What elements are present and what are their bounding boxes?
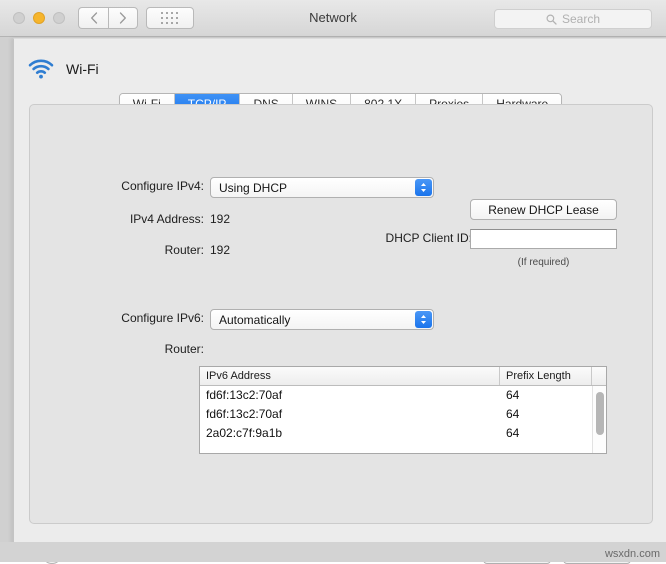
ipv4-address-label: IPv4 Address: xyxy=(129,212,204,226)
network-preferences-window: Network Search Wi-Fi Wi-Fi TCP/IP xyxy=(0,0,666,564)
watermark: wsxdn.com xyxy=(604,548,660,560)
ipv6-table-body: fd6f:13c2:70af 64 fd6f:13c2:70af 64 2a02… xyxy=(200,386,606,443)
column-header-ipv6-address[interactable]: IPv6 Address xyxy=(200,367,500,385)
configure-ipv6-label-row: Configure IPv6: xyxy=(84,311,204,325)
cell-ipv6-address: fd6f:13c2:70af xyxy=(206,388,283,402)
service-header: Wi-Fi xyxy=(28,59,99,79)
chevron-updown-icon-ipv6 xyxy=(415,311,432,328)
ipv6-address-table[interactable]: IPv6 Address Prefix Length fd6f:13c2:70a… xyxy=(199,366,607,454)
ipv4-address-value: 192 xyxy=(210,212,231,226)
bottom-strip xyxy=(0,542,666,562)
search-icon xyxy=(546,14,557,25)
search-placeholder: Search xyxy=(561,12,601,26)
table-row[interactable]: fd6f:13c2:70af 64 xyxy=(200,386,606,405)
dhcp-client-id-label-row: DHCP Client ID: xyxy=(352,231,472,245)
updown-arrows-glyph-ipv6 xyxy=(421,315,426,324)
ipv6-table-header: IPv6 Address Prefix Length xyxy=(200,367,606,386)
cell-ipv6-address: 2a02:c7f:9a1b xyxy=(206,426,283,440)
cell-prefix-length: 64 xyxy=(506,388,520,402)
wifi-icon xyxy=(28,59,54,79)
ipv4-router-label-row: Router: xyxy=(84,243,204,257)
table-row[interactable]: fd6f:13c2:70af 64 xyxy=(200,405,606,424)
ipv4-router-label: Router: xyxy=(164,243,204,257)
configure-ipv4-label-row: Configure IPv4: xyxy=(84,179,204,193)
scrollbar-thumb[interactable] xyxy=(596,392,604,435)
ipv4-router-value: 192 xyxy=(210,243,231,257)
configure-ipv6-label: Configure IPv6: xyxy=(121,311,204,325)
configure-ipv6-value: Automatically xyxy=(219,312,291,327)
configure-ipv4-value: Using DHCP xyxy=(219,180,288,195)
column-header-prefix-length[interactable]: Prefix Length xyxy=(500,367,592,385)
ipv4-address-label-row: IPv4 Address: xyxy=(84,212,204,226)
service-name-label: Wi-Fi xyxy=(66,61,99,77)
tcpip-settings-sheet: Wi-Fi Wi-Fi TCP/IP DNS WINS 802.1X Proxi… xyxy=(13,38,666,564)
chevron-updown-icon xyxy=(415,179,432,196)
configure-ipv4-label: Configure IPv4: xyxy=(121,179,204,193)
cell-prefix-length: 64 xyxy=(506,426,520,440)
window-titlebar: Network Search xyxy=(0,0,666,37)
column-header-spacer xyxy=(592,367,606,385)
dhcp-client-id-label: DHCP Client ID: xyxy=(385,231,472,245)
ipv4-address-value-row: 192 xyxy=(210,212,230,226)
configure-ipv6-popup[interactable]: Automatically xyxy=(210,309,434,330)
dhcp-client-id-input[interactable] xyxy=(470,229,617,249)
ipv6-router-label-row: Router: xyxy=(84,342,204,356)
renew-dhcp-lease-button[interactable]: Renew DHCP Lease xyxy=(470,199,617,220)
dhcp-client-id-hint-row: (If required) xyxy=(470,252,617,270)
table-row[interactable]: 2a02:c7f:9a1b 64 xyxy=(200,424,606,443)
dhcp-client-id-hint: (If required) xyxy=(517,257,570,268)
ipv6-router-label: Router: xyxy=(164,342,204,356)
search-field[interactable]: Search xyxy=(494,9,652,29)
configure-ipv4-popup[interactable]: Using DHCP xyxy=(210,177,434,198)
ipv4-router-value-row: 192 xyxy=(210,243,230,257)
cell-ipv6-address: fd6f:13c2:70af xyxy=(206,407,283,421)
updown-arrows-glyph xyxy=(421,183,426,192)
ipv6-table-scrollbar[interactable] xyxy=(592,386,606,453)
cell-prefix-length: 64 xyxy=(506,407,520,421)
